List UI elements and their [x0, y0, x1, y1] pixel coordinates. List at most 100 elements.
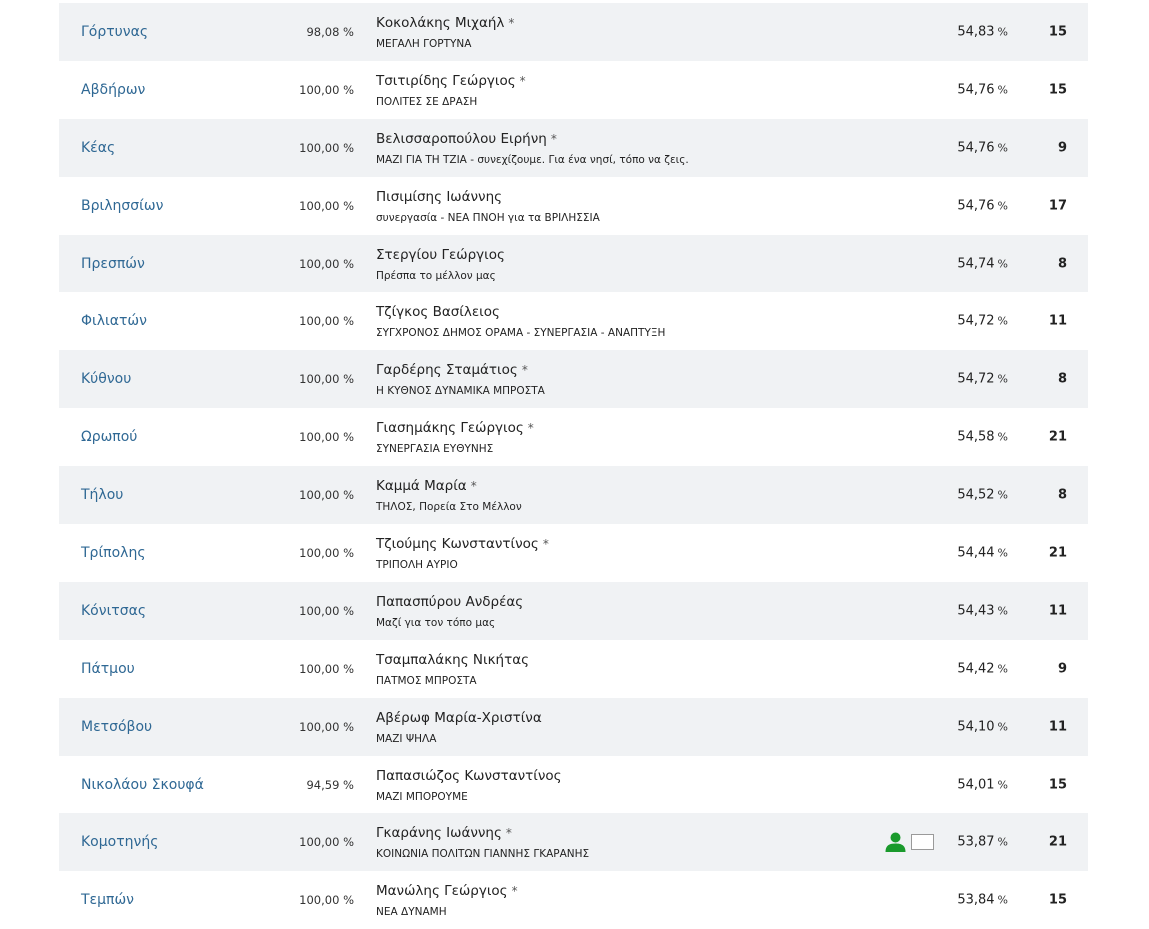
party-name: ΣΥΓΧΡΟΝΟΣ ΔΗΜΟΣ ΟΡΑΜΑ - ΣΥΝΕΡΓΑΣΙΑ - ΑΝΑ… [376, 327, 666, 340]
vote-percent: 54,76% [957, 140, 1008, 156]
vote-percent: 54,72% [957, 371, 1008, 387]
results-table: Γόρτυνας 98,08 % Κοκολάκης Μιχαήλ * ΜΕΓΑΛ… [59, 3, 1088, 929]
candidate-name: Γκαράνης Ιωάννης * [376, 825, 512, 842]
seats-count: 8 [1057, 487, 1067, 503]
counted-percent: 100,00 % [299, 430, 354, 445]
party-name: ΝΕΑ ΔΥΝΑΜΗ [376, 906, 447, 919]
table-row: Αβδήρων 100,00 % Τσιτιρίδης Γεώργιος * ΠΟ… [59, 60, 1088, 119]
vote-percent: 54,76% [957, 198, 1008, 214]
municipality-link[interactable]: Πάτμου [81, 661, 135, 677]
party-name: συνεργασία - ΝΕΑ ΠΝΟΗ για τα ΒΡΙΛΗΣΣΙΑ [376, 211, 600, 224]
table-row: Κομοτηνής 100,00 % Γκαράνης Ιωάννης * ΚΟΙ… [59, 813, 1088, 872]
table-row: Κέας 100,00 % Βελισσαροπούλου Ειρήνη * ΜΑ… [59, 118, 1088, 177]
municipality-link[interactable]: Κόνιτσας [81, 603, 146, 619]
table-row: Κόνιτσας 100,00 % Παπασπύρου Ανδρέας Μαζ… [59, 581, 1088, 640]
vote-percent: 54,72% [957, 313, 1008, 329]
vote-percent: 54,10% [957, 719, 1008, 735]
seats-count: 17 [1048, 198, 1067, 214]
candidate-name: Καμμά Μαρία * [376, 478, 477, 495]
municipality-link[interactable]: Κομοτηνής [81, 834, 158, 850]
user-icon [885, 832, 906, 853]
seats-count: 15 [1048, 24, 1067, 40]
counted-percent: 100,00 % [299, 545, 354, 560]
table-row: Γόρτυνας 98,08 % Κοκολάκης Μιχαήλ * ΜΕΓΑΛ… [59, 3, 1088, 61]
vote-percent: 54,42% [957, 661, 1008, 677]
candidate-name: Γαρδέρης Σταμάτιος * [376, 362, 528, 379]
municipality-link[interactable]: Πρεσπών [81, 256, 145, 272]
municipality-link[interactable]: Αβδήρων [81, 82, 145, 98]
municipality-link[interactable]: Τρίπολης [81, 545, 146, 561]
candidate-name: Γιασημάκης Γεώργιος * [376, 420, 534, 437]
counted-percent: 100,00 % [299, 198, 354, 213]
candidate-name: Πισιμίσης Ιωάννης [376, 188, 503, 205]
vote-percent: 53,87% [957, 834, 1008, 850]
vote-percent: 54,43% [957, 603, 1008, 619]
municipality-link[interactable]: Κέας [81, 140, 115, 156]
municipality-link[interactable]: Ωρωπού [81, 429, 137, 445]
table-row: Νικολάου Σκουφά 94,59 % Παπασιώζος Κωνστ… [59, 755, 1088, 814]
candidate-name: Αβέρωφ Μαρία-Χριστίνα [376, 709, 542, 726]
counted-percent: 100,00 % [299, 603, 354, 618]
seats-count: 21 [1048, 429, 1067, 445]
counted-percent: 100,00 % [299, 82, 354, 97]
municipality-link[interactable]: Νικολάου Σκουφά [81, 777, 204, 793]
incumbent-star: * [519, 73, 526, 88]
party-name: Πρέσπα το μέλλον μας [376, 269, 496, 282]
municipality-link[interactable]: Βριλησσίων [81, 198, 163, 214]
counted-percent: 100,00 % [299, 835, 354, 850]
municipality-link[interactable]: Φιλιατών [81, 313, 147, 329]
seats-count: 15 [1048, 82, 1067, 98]
seats-count: 11 [1048, 313, 1067, 329]
municipality-link[interactable]: Κύθνου [81, 371, 131, 387]
counted-percent: 94,59 % [306, 777, 354, 792]
vote-percent: 54,01% [957, 777, 1008, 793]
party-name: ΠΟΛΙΤΕΣ ΣΕ ΔΡΑΣΗ [376, 95, 478, 108]
municipality-link[interactable]: Γόρτυνας [81, 24, 148, 40]
counted-percent: 100,00 % [299, 140, 354, 155]
table-row: Πρεσπών 100,00 % Στεργίου Γεώργιος Πρέσπ… [59, 234, 1088, 293]
municipality-link[interactable]: Τεμπών [81, 892, 134, 908]
party-name: Μαζί για τον τόπο μας [376, 616, 496, 629]
municipality-link[interactable]: Μετσόβου [81, 719, 152, 735]
table-row: Τρίπολης 100,00 % Τζιούμης Κωνσταντίνος *… [59, 524, 1088, 582]
candidate-name: Μανώλης Γεώργιος * [376, 883, 518, 900]
counted-percent: 98,08 % [306, 24, 354, 39]
vote-percent: 54,44% [957, 545, 1008, 561]
party-name: ΜΑΖΙ ΓΙΑ ΤΗ ΤΖΙΑ - συνεχίζουμε. Για ένα … [376, 153, 689, 166]
counted-percent: 100,00 % [299, 314, 354, 329]
candidate-name: Βελισσαροπούλου Ειρήνη * [376, 130, 557, 147]
incumbent-star: * [508, 16, 515, 30]
seats-count: 21 [1048, 545, 1067, 561]
party-name: ΜΑΖΙ ΨΗΛΑ [376, 732, 437, 745]
incumbent-star: * [505, 826, 512, 841]
candidate-name: Τζιούμης Κωνσταντίνος * [376, 536, 549, 553]
counted-percent: 100,00 % [299, 893, 354, 908]
incumbent-star: * [511, 884, 518, 899]
row-icons [885, 832, 934, 853]
counted-percent: 100,00 % [299, 661, 354, 676]
counted-percent: 100,00 % [299, 256, 354, 271]
table-row: Μετσόβου 100,00 % Αβέρωφ Μαρία-Χριστίνα … [59, 697, 1088, 756]
candidate-name: Τσαμπαλάκης Νικήτας [376, 651, 530, 668]
seats-count: 8 [1057, 371, 1067, 387]
vote-percent: 54,58% [957, 429, 1008, 445]
municipality-link[interactable]: Τήλου [81, 487, 123, 503]
party-name: ΠΑΤΜΟΣ ΜΠΡΟΣΤΑ [376, 674, 477, 687]
seats-count: 11 [1048, 719, 1067, 735]
party-name: Η ΚΥΘΝΟΣ ΔΥΝΑΜΙΚΑ ΜΠΡΟΣΤΑ [376, 385, 545, 398]
vote-percent: 54,74% [957, 256, 1008, 271]
party-name: ΜΕΓΑΛΗ ΓΟΡΤΥΝΑ [376, 38, 472, 50]
party-name: ΣΥΝΕΡΓΑΣΙΑ ΕΥΘΥΝΗΣ [376, 443, 494, 456]
seats-count: 15 [1048, 777, 1067, 793]
seats-count: 15 [1048, 892, 1067, 908]
vote-percent: 54,76% [957, 82, 1008, 98]
seats-count: 21 [1048, 834, 1067, 850]
party-name: ΤΗΛΟΣ, Πορεία Στο Μέλλον [376, 501, 522, 514]
counted-percent: 100,00 % [299, 719, 354, 734]
table-row: Φιλιατών 100,00 % Τζίγκος Βασίλειος ΣΥΓΧ… [59, 292, 1088, 351]
box-icon[interactable] [911, 834, 934, 851]
table-row: Τεμπών 100,00 % Μανώλης Γεώργιος * ΝΕΑ ΔΥ… [59, 871, 1088, 929]
candidate-name: Παπασπύρου Ανδρέας [376, 593, 524, 610]
vote-percent: 54,52% [957, 487, 1008, 503]
candidate-name: Στεργίου Γεώργιος [376, 246, 505, 263]
